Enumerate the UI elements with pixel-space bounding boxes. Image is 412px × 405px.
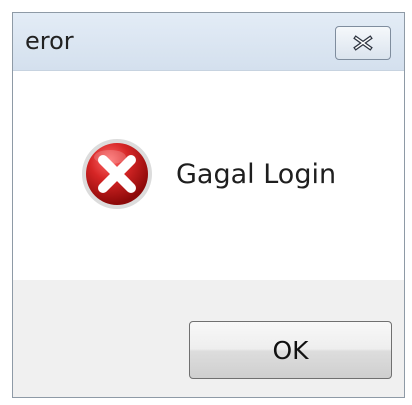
left-edge <box>0 0 12 405</box>
title-bar: eror <box>13 13 404 71</box>
dialog-footer: OK <box>13 280 404 397</box>
error-icon <box>82 139 152 209</box>
error-message: Gagal Login <box>176 159 337 190</box>
ok-button[interactable]: OK <box>189 321 392 379</box>
screen: eror Gagal Login OK <box>0 0 412 405</box>
error-dialog: eror Gagal Login OK <box>12 12 405 398</box>
close-button[interactable] <box>335 26 391 60</box>
dialog-content: Gagal Login <box>13 71 404 280</box>
window-title: eror <box>25 27 74 55</box>
close-icon <box>353 35 373 51</box>
